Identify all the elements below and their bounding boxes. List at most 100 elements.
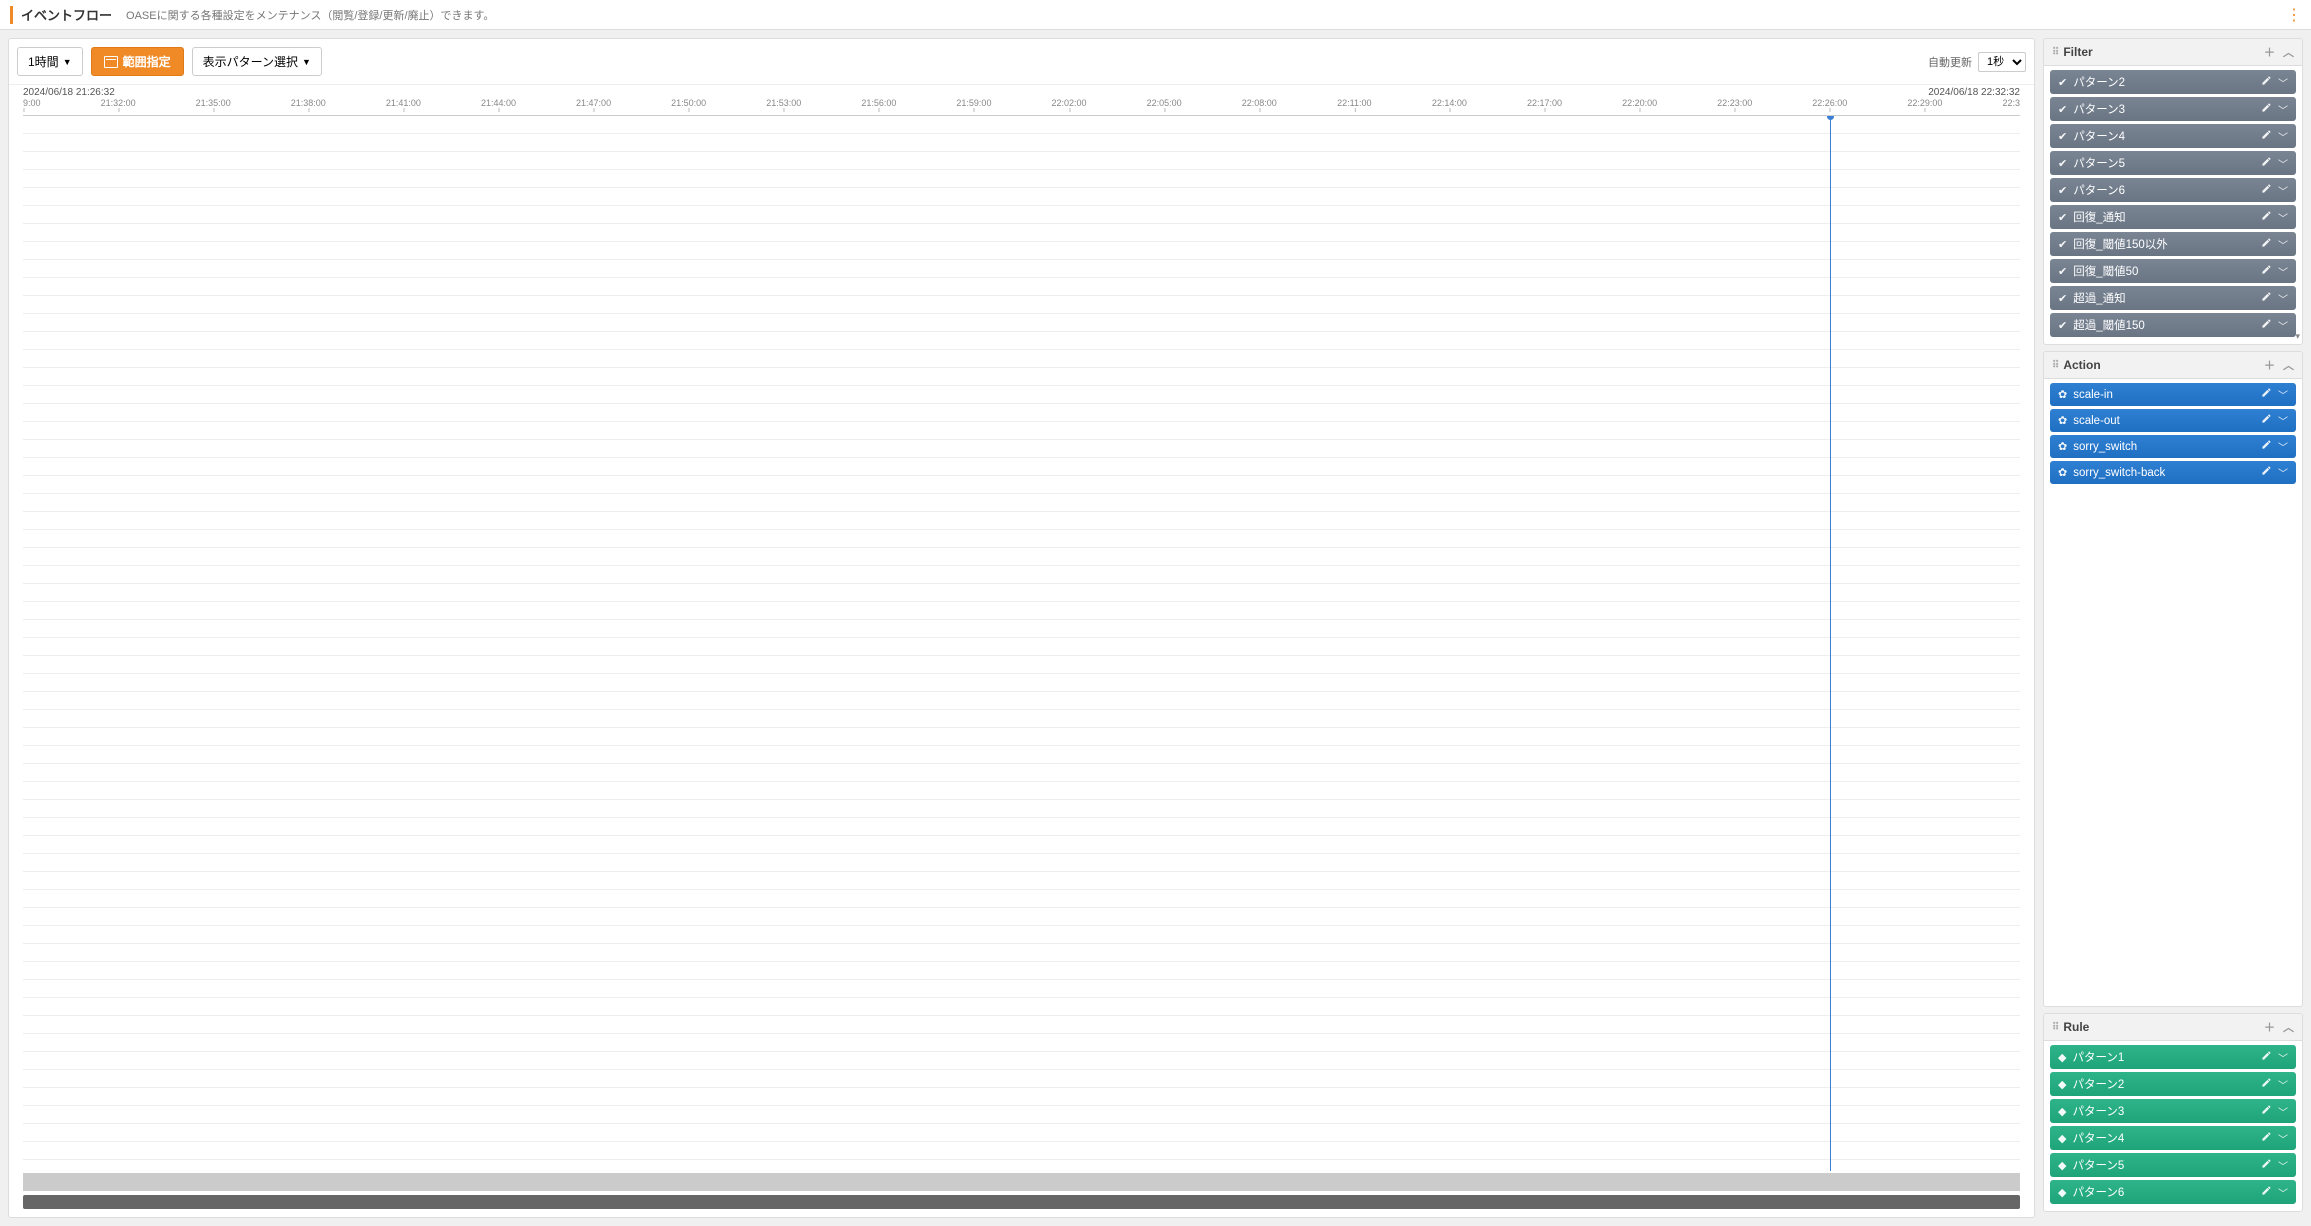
edit-icon[interactable]: [2261, 1050, 2272, 1065]
edit-icon[interactable]: [2261, 439, 2272, 454]
rule-item[interactable]: ◆ パターン6 ﹀: [2050, 1180, 2296, 1204]
edit-icon[interactable]: [2261, 413, 2272, 428]
collapse-action-icon[interactable]: ︿: [2283, 357, 2294, 373]
chevron-down-icon[interactable]: ﹀: [2278, 465, 2288, 480]
ruler-tick: 21:47:00: [576, 98, 611, 108]
grip-icon: ⠿: [2052, 1022, 2057, 1033]
chevron-down-icon[interactable]: ﹀: [2278, 1158, 2288, 1173]
filter-item[interactable]: ✔超過_通知﹀: [2050, 286, 2296, 310]
range-select-button[interactable]: 範囲指定: [91, 47, 184, 76]
rule-item[interactable]: ◆パターン4﹀: [2050, 1126, 2296, 1150]
action-item[interactable]: ✿scale-out﹀: [2050, 409, 2296, 432]
rule-item[interactable]: ◆パターン3﹀: [2050, 1099, 2296, 1123]
edit-icon[interactable]: [2261, 183, 2272, 198]
minimap-thumb[interactable]: [24, 1174, 2019, 1190]
edit-icon[interactable]: [2261, 129, 2272, 144]
chevron-down-icon[interactable]: ﹀: [2278, 387, 2288, 402]
chevron-down-icon[interactable]: ﹀: [2278, 210, 2288, 225]
rule-item[interactable]: ◆パターン2﹀: [2050, 1072, 2296, 1096]
horizontal-scrollbar[interactable]: [23, 1195, 2020, 1209]
gear-icon: ✿: [2058, 466, 2067, 479]
timeline-gridlines: [23, 116, 2020, 1171]
edit-icon[interactable]: [2261, 318, 2272, 333]
ruler-tick: 22:17:00: [1527, 98, 1562, 108]
chevron-down-icon[interactable]: ﹀: [2278, 1104, 2288, 1119]
edit-icon[interactable]: [2261, 1131, 2272, 1146]
chevron-down-icon[interactable]: ﹀: [2278, 291, 2288, 306]
filter-item[interactable]: ✔超過_閾値150﹀: [2050, 313, 2296, 337]
chevron-down-icon[interactable]: ﹀: [2278, 183, 2288, 198]
chevron-down-icon[interactable]: ﹀: [2278, 1131, 2288, 1146]
edit-icon[interactable]: [2261, 465, 2272, 480]
chevron-down-icon[interactable]: ﹀: [2278, 75, 2288, 90]
filter-item[interactable]: ✔回復_閾値150以外﹀: [2050, 232, 2296, 256]
chevron-down-icon[interactable]: ﹀: [2278, 237, 2288, 252]
collapse-filter-icon[interactable]: ︿: [2283, 44, 2294, 60]
rule-panel-header: ⠿ Rule ＋ ︿: [2044, 1014, 2302, 1041]
timeline-minimap[interactable]: [23, 1173, 2020, 1191]
add-action-icon[interactable]: ＋: [2264, 357, 2275, 373]
ruler-tick: 21:44:00: [481, 98, 516, 108]
chevron-down-icon[interactable]: ﹀: [2278, 264, 2288, 279]
add-filter-icon[interactable]: ＋: [2264, 44, 2275, 60]
edit-icon[interactable]: [2261, 75, 2272, 90]
edit-icon[interactable]: [2261, 237, 2272, 252]
item-label: sorry_switch: [2073, 441, 2255, 453]
edit-icon[interactable]: [2261, 1158, 2272, 1173]
chevron-down-icon[interactable]: ﹀: [2278, 1185, 2288, 1200]
chevron-down-icon[interactable]: ﹀: [2278, 129, 2288, 144]
filter-item[interactable]: ✔パターン6﹀: [2050, 178, 2296, 202]
rule-item[interactable]: ◆パターン1﹀: [2050, 1045, 2296, 1069]
gear-icon: ✿: [2058, 414, 2067, 427]
action-item[interactable]: ✿ sorry_switch ﹀: [2050, 435, 2296, 458]
item-label: パターン6: [2073, 182, 2255, 198]
filter-item[interactable]: ✔パターン5﹀: [2050, 151, 2296, 175]
ruler-tick: 21:56:00: [861, 98, 896, 108]
edit-icon[interactable]: [2261, 156, 2272, 171]
chevron-down-icon[interactable]: ﹀: [2278, 102, 2288, 117]
filter-list: ✔パターン2﹀✔パターン3﹀✔パターン4﹀✔パターン5﹀✔パターン6﹀✔回復_通…: [2044, 66, 2302, 344]
item-label: パターン5: [2072, 1157, 2255, 1173]
edit-icon[interactable]: [2261, 264, 2272, 279]
timeline-body[interactable]: [23, 116, 2020, 1171]
gear-icon: ✿: [2058, 440, 2067, 453]
chevron-down-icon[interactable]: ﹀: [2278, 156, 2288, 171]
diamond-icon: ◆: [2058, 1132, 2066, 1145]
edit-icon[interactable]: [2261, 1077, 2272, 1092]
edit-icon[interactable]: [2261, 291, 2272, 306]
edit-icon[interactable]: [2261, 387, 2272, 402]
filter-item[interactable]: ✔パターン3﹀: [2050, 97, 2296, 121]
filter-item[interactable]: ✔パターン4﹀: [2050, 124, 2296, 148]
edit-icon[interactable]: [2261, 210, 2272, 225]
edit-icon[interactable]: [2261, 1185, 2272, 1200]
diamond-icon: ◆: [2058, 1186, 2066, 1199]
diamond-icon: ◆: [2058, 1159, 2066, 1172]
edit-icon[interactable]: [2261, 1104, 2272, 1119]
add-rule-icon[interactable]: ＋: [2264, 1019, 2275, 1035]
chevron-down-icon[interactable]: ﹀: [2278, 318, 2288, 333]
check-icon: ✔: [2058, 238, 2067, 251]
more-menu-icon[interactable]: ⋮: [2286, 5, 2301, 25]
chevron-down-icon[interactable]: ﹀: [2278, 1077, 2288, 1092]
action-item[interactable]: ✿sorry_switch-back﹀: [2050, 461, 2296, 484]
range-button-label: 範囲指定: [123, 53, 171, 70]
time-range-dropdown[interactable]: 1時間 ▼: [17, 47, 83, 76]
action-item[interactable]: ✿scale-in﹀: [2050, 383, 2296, 406]
now-indicator-line: [1830, 116, 1831, 1171]
edit-icon[interactable]: [2261, 102, 2272, 117]
page-title: イベントフロー: [21, 5, 112, 24]
chevron-down-icon[interactable]: ﹀: [2278, 413, 2288, 428]
item-label: パターン5: [2073, 155, 2255, 171]
filter-item[interactable]: ✔回復_通知﹀: [2050, 205, 2296, 229]
gear-icon: ✿: [2058, 388, 2067, 401]
filter-item[interactable]: ✔パターン2﹀: [2050, 70, 2296, 94]
auto-refresh-select[interactable]: 1秒: [1978, 52, 2026, 72]
item-label: パターン4: [2073, 128, 2255, 144]
chevron-down-icon[interactable]: ﹀: [2278, 1050, 2288, 1065]
rule-item[interactable]: ◆ パターン5 ﹀: [2050, 1153, 2296, 1177]
item-label: パターン6: [2072, 1184, 2255, 1200]
filter-item[interactable]: ✔回復_閾値50﹀: [2050, 259, 2296, 283]
display-pattern-dropdown[interactable]: 表示パターン選択 ▼: [192, 47, 322, 76]
collapse-rule-icon[interactable]: ︿: [2283, 1019, 2294, 1035]
chevron-down-icon[interactable]: ﹀: [2278, 439, 2288, 454]
